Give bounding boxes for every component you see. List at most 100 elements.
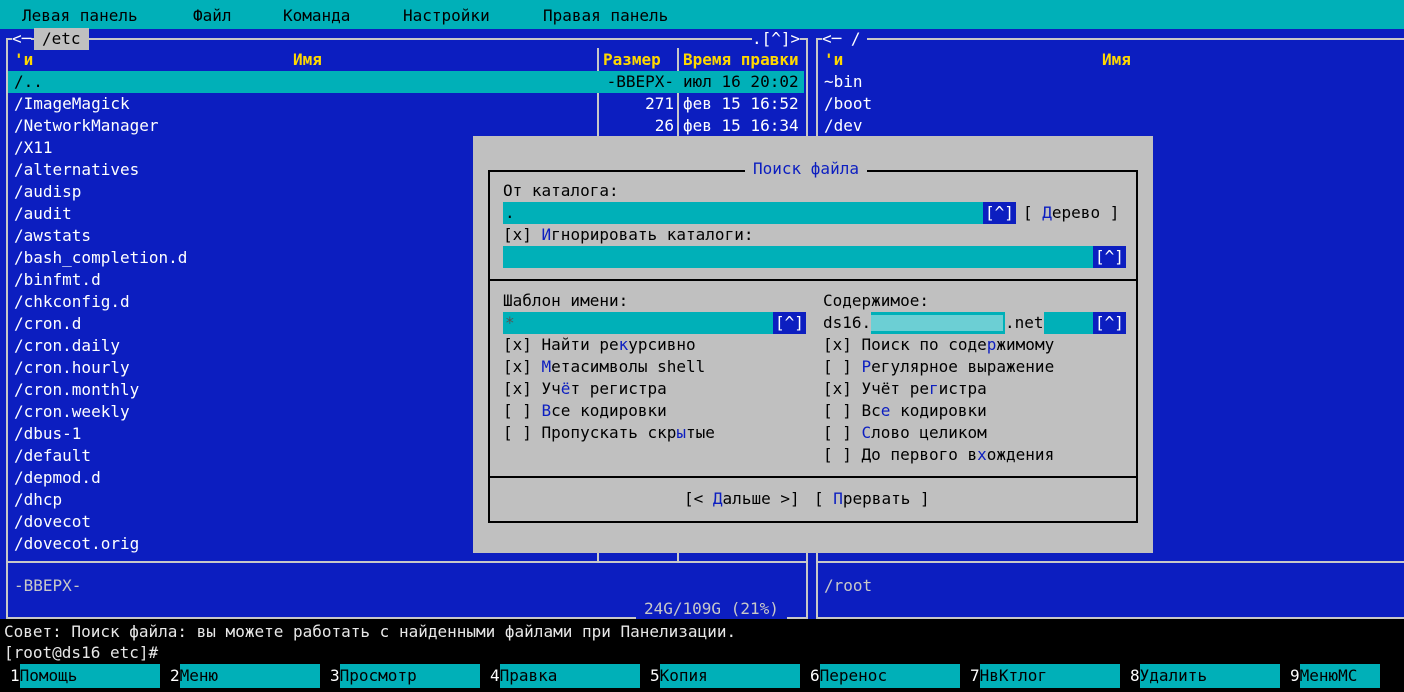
next-button-text: альше >] (722, 489, 800, 508)
file-name: /depmod.d (14, 468, 101, 487)
fkey-number: 7 (970, 666, 980, 685)
left-file-row[interactable]: /ImageMagick 271 фев 15 16:52 (8, 93, 804, 115)
search-option-checkbox[interactable]: [ ] Все кодировки (503, 400, 667, 422)
right-file-row[interactable]: /boot (824, 93, 872, 115)
shell-prompt[interactable]: [root@ds16 etc]# (4, 642, 158, 664)
left-panel-path[interactable]: /etc (34, 28, 89, 50)
left-col-size-header[interactable]: Размер (603, 49, 661, 71)
name-pattern-value: * (505, 313, 515, 332)
option-text: жимому (996, 335, 1055, 354)
fkey-7[interactable]: 7НвКтлог (970, 664, 1120, 688)
abort-button-pre: [ (814, 489, 834, 508)
right-file-row[interactable]: /dev (824, 115, 863, 137)
search-option-checkbox[interactable]: [x] Найти рекурсивно (503, 334, 696, 356)
ignore-dirs-hotkey: И (541, 225, 552, 244)
menu-settings[interactable]: Настройки (403, 5, 490, 27)
option-text: лово целиком (871, 423, 987, 442)
content-option-checkbox[interactable]: [ ] Все кодировки (823, 400, 987, 422)
fkey-label: Правка (499, 664, 640, 688)
content-input[interactable]: ds16. .net (823, 312, 1093, 334)
fkey-6[interactable]: 6Перенос (810, 664, 960, 688)
ignore-dirs-checkbox[interactable]: [x] Игнорировать каталоги: (503, 224, 753, 246)
menu-command[interactable]: Команда (283, 5, 350, 27)
option-text: етасимволы shell (551, 357, 706, 376)
content-label: Содержимое: (823, 291, 929, 310)
left-col-time-header[interactable]: Время правки (683, 49, 799, 71)
menu-file[interactable]: Файл (193, 5, 232, 27)
fkey-label: МенюMC (1299, 664, 1380, 688)
redacted-text (871, 315, 1003, 331)
right-col-name-header[interactable]: Имя (1102, 49, 1131, 71)
right-panel-path[interactable]: <─ / (822, 29, 867, 49)
next-button-hotkey: Д (712, 489, 723, 508)
file-name: /default (14, 446, 92, 465)
left-col-name-header[interactable]: Имя (293, 49, 322, 71)
next-button[interactable]: [< Дальше >] (684, 488, 800, 510)
content-value-suffix: .net (1005, 312, 1044, 334)
content-option-checkbox[interactable]: [x] Учёт регистра (823, 378, 987, 400)
fkey-8[interactable]: 8Удалить (1130, 664, 1280, 688)
name-pattern-input[interactable]: * (503, 312, 773, 334)
content-history-button[interactable]: [^] (1093, 312, 1126, 334)
file-size: 271 (645, 94, 674, 113)
fkey-4[interactable]: 4Правка (490, 664, 640, 688)
option-hotkey: В (541, 401, 552, 420)
dialog-separator-1 (490, 279, 1136, 281)
search-option-checkbox[interactable]: [ ] Пропускать скрытые (503, 422, 715, 444)
from-dir-history-button[interactable]: [^] (983, 202, 1016, 224)
option-box: [ ] (823, 423, 862, 442)
ignore-dirs-label: гнорировать каталоги: (551, 225, 754, 244)
menu-right-panel[interactable]: Правая панель (543, 5, 668, 27)
fkey-1[interactable]: 1Помощь (10, 664, 160, 688)
fkey-label: Перенос (819, 664, 960, 688)
fkey-2[interactable]: 2Меню (170, 664, 320, 688)
search-option-checkbox[interactable]: [x] Метасимволы shell (503, 356, 705, 378)
name-pattern-history-button[interactable]: [^] (773, 312, 806, 334)
option-text: Учёт ре (861, 379, 929, 398)
fkey-3[interactable]: 3Просмотр (330, 664, 480, 688)
fkey-number: 9 (1290, 666, 1300, 685)
fkey-number: 6 (810, 666, 820, 685)
right-col-flag-header[interactable]: 'и (824, 49, 843, 71)
ignore-dirs-history-button[interactable]: [^] (1093, 246, 1126, 268)
option-box: [x] (823, 335, 862, 354)
option-hotkey: Р (861, 357, 872, 376)
fkey-number: 3 (330, 666, 340, 685)
left-status-separator (6, 561, 806, 563)
tree-button[interactable]: [ Дерево ] (1023, 202, 1119, 224)
hint-line: Совет: Поиск файла: вы можете работать с… (4, 622, 737, 641)
content-option-checkbox[interactable]: [ ] Слово целиком (823, 422, 987, 444)
content-option-checkbox[interactable]: [x] Поиск по содержимому (823, 334, 1054, 356)
file-name: /NetworkManager (14, 116, 159, 135)
option-box: [x] (503, 335, 542, 354)
left-col-flag-header[interactable]: 'и (14, 49, 33, 71)
right-file-row[interactable]: ~bin (824, 71, 863, 93)
fkey-5[interactable]: 5Копия (650, 664, 800, 688)
option-box: [ ] (823, 401, 862, 420)
abort-button[interactable]: [ Прервать ] (814, 488, 930, 510)
option-text: т регистра (570, 379, 667, 398)
option-text: Уч (541, 379, 561, 398)
left-file-row[interactable]: /.. -ВВЕРХ-июл 16 20:02 (8, 71, 804, 93)
menu-left-panel[interactable]: Левая панель (22, 5, 138, 27)
left-panel-history-button[interactable]: .[^]> (752, 29, 801, 49)
file-name: /bash_completion.d (14, 248, 188, 267)
fkey-9[interactable]: 9МенюMC (1290, 664, 1380, 688)
option-hotkey: М (541, 357, 552, 376)
disk-usage: 24G/109G (21%) (636, 599, 787, 619)
left-file-row[interactable]: /NetworkManager 26 фев 15 16:34 (8, 115, 804, 137)
search-option-checkbox[interactable]: [x] Учёт регистра (503, 378, 667, 400)
from-dir-input[interactable]: . (503, 202, 983, 224)
file-name: /audit (14, 204, 72, 223)
left-panel-corner: <─ (12, 29, 32, 49)
tree-button-hotkey: Д (1042, 203, 1052, 222)
content-option-checkbox[interactable]: [ ] До первого вхождения (823, 444, 1054, 466)
file-name: /ImageMagick (14, 94, 130, 113)
fkey-label: Удалить (1139, 664, 1280, 688)
right-panel-status: /root (824, 576, 873, 595)
ignore-dirs-input[interactable] (503, 246, 1093, 268)
file-time: июл 16 20:02 (683, 72, 799, 91)
content-option-checkbox[interactable]: [ ] Регулярное выражение (823, 356, 1054, 378)
tree-button-open: [ (1023, 203, 1043, 222)
file-time: фев 15 16:34 (683, 116, 799, 135)
